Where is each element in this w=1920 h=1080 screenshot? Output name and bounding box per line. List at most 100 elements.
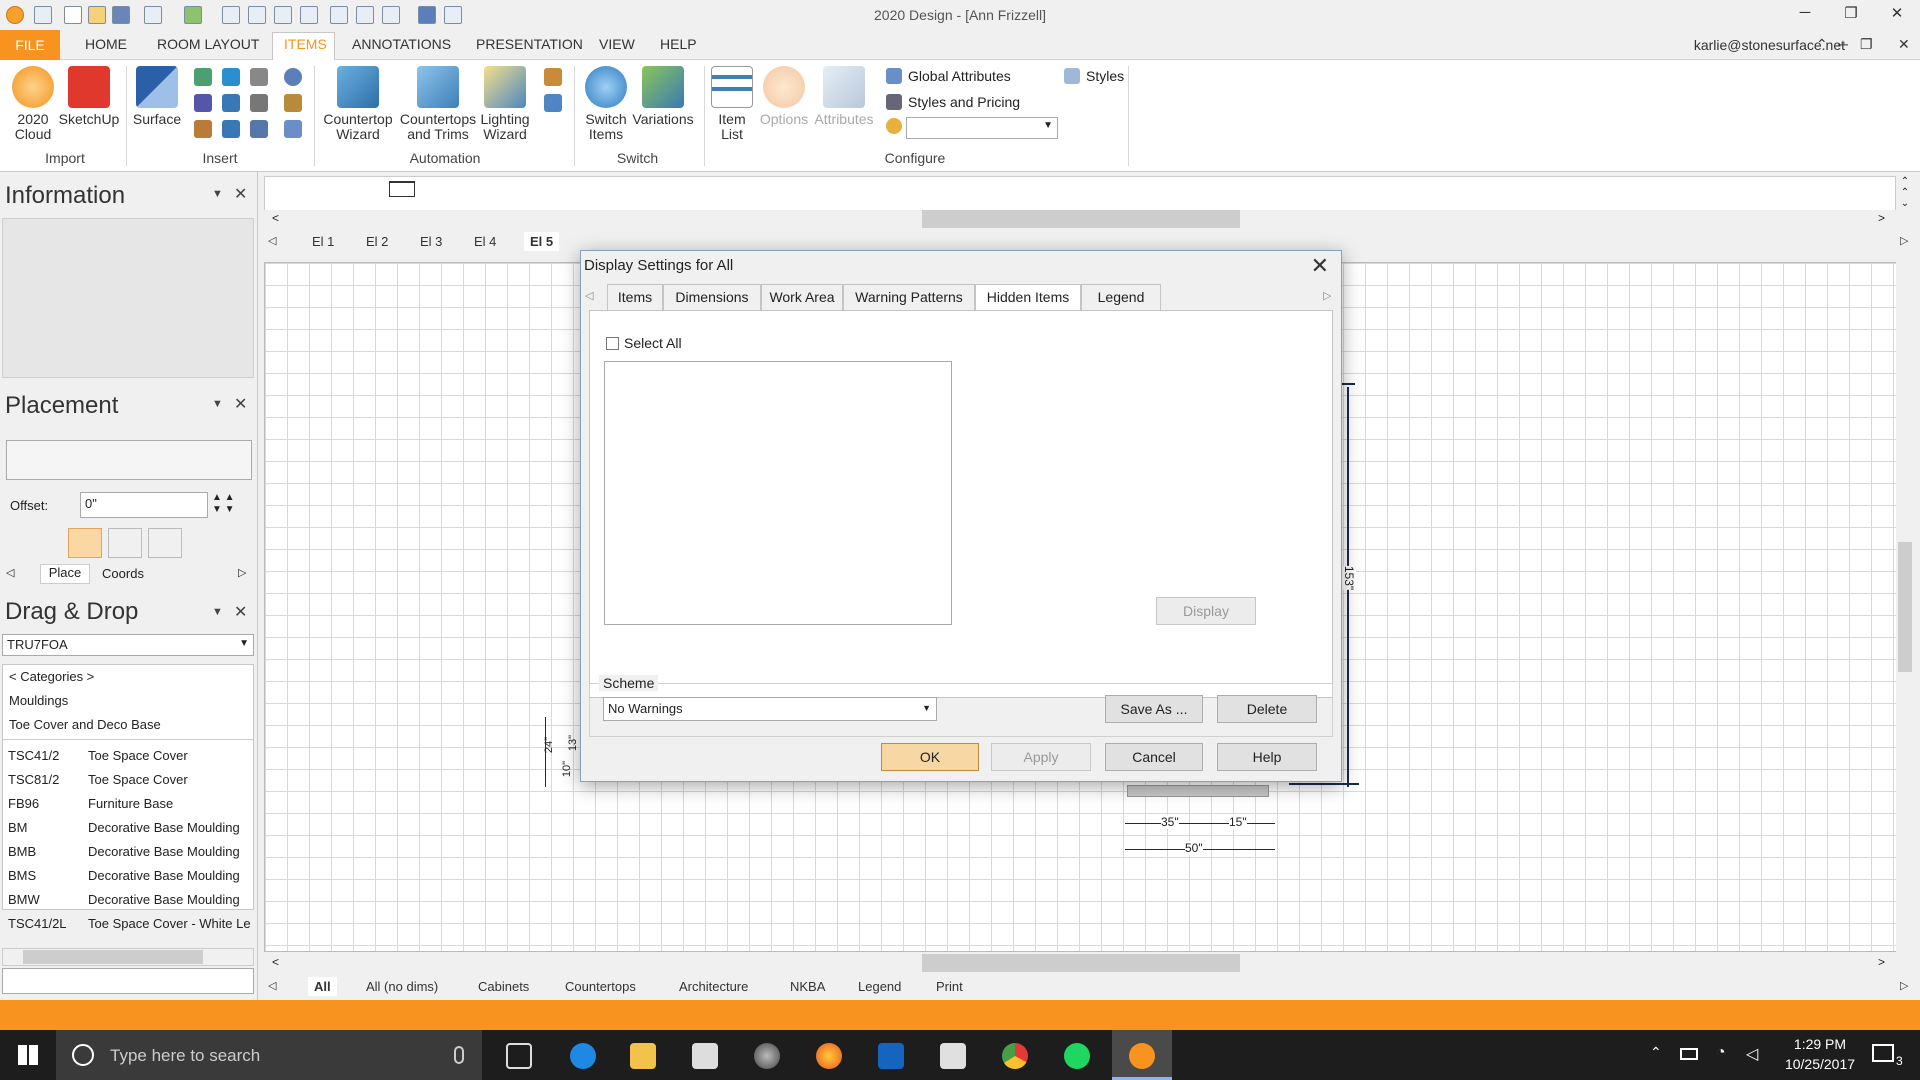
tab-place[interactable]: Place (40, 564, 90, 584)
outlook-icon[interactable] (878, 1043, 904, 1069)
dlg-tab-items[interactable]: Items (607, 284, 663, 311)
scroll-thumb[interactable] (23, 950, 203, 964)
cloud-button[interactable]: 2020 Cloud (8, 66, 58, 142)
tab-help[interactable]: HELP (660, 36, 697, 52)
countertops-trims-button[interactable]: Countertops and Trims (398, 66, 478, 142)
insert-shelf-icon[interactable] (250, 120, 268, 138)
active-app-slot[interactable] (1112, 1030, 1172, 1080)
scroll-right-icon[interactable]: > (1878, 211, 1885, 225)
list-item[interactable]: BMB Decorative Base Moulding (8, 844, 240, 859)
chevron-up-icon[interactable]: ⌃ (1816, 36, 1828, 53)
clock-time[interactable]: 1:29 PM (1780, 1036, 1860, 1052)
item-list-button[interactable]: Item List (708, 66, 756, 142)
styles-pricing-button[interactable]: Styles and Pricing (908, 94, 1020, 110)
volume-icon[interactable]: ◁ (1746, 1044, 1758, 1064)
dlg-tab-work-area[interactable]: Work Area (761, 284, 843, 311)
insert-clip-icon[interactable] (250, 68, 268, 86)
scroll-left-icon[interactable]: < (272, 211, 279, 225)
scheme-dropdown[interactable]: No Warnings ▼ (603, 697, 937, 721)
tab-el2[interactable]: El 2 (366, 234, 388, 249)
panel-menu-icon[interactable]: ▼ (212, 398, 223, 410)
tab-presentation[interactable]: PRESENTATION (476, 36, 583, 52)
list-item[interactable]: TSC81/2 Toe Space Cover (8, 772, 188, 787)
dlg-tab-legend[interactable]: Legend (1081, 284, 1161, 311)
view-tab-nodims[interactable]: All (no dims) (366, 979, 438, 994)
list-hscroll[interactable] (2, 948, 254, 966)
delete-button[interactable]: Delete (1217, 695, 1317, 723)
insert-cabinet-icon[interactable] (194, 68, 212, 86)
calculator-icon[interactable] (940, 1043, 966, 1069)
tab-right-arrow-icon[interactable]: ▷ (238, 566, 246, 579)
mdi-restore-icon[interactable]: ❐ (1860, 36, 1873, 53)
tab-right-arrow-icon[interactable]: ▷ (1900, 979, 1908, 992)
global-attributes-button[interactable]: Global Attributes (908, 68, 1011, 84)
view-tab-architecture[interactable]: Architecture (679, 979, 748, 994)
tab-left-arrow-icon[interactable]: ◁ (268, 979, 276, 992)
minimize-icon[interactable]: ─ (1790, 4, 1820, 26)
panel-close-icon[interactable]: ✕ (234, 184, 247, 204)
elevation-hscroll[interactable]: < > (264, 210, 1896, 228)
mdi-close-icon[interactable]: ✕ (1898, 36, 1910, 53)
tab-items[interactable]: ITEMS (284, 36, 327, 52)
crumb-mouldings[interactable]: Mouldings (9, 693, 68, 708)
windows-start-icon[interactable] (18, 1045, 38, 1065)
apply-button[interactable]: Apply (991, 743, 1091, 771)
automation-small-icon[interactable] (544, 68, 562, 86)
task-view-icon[interactable] (506, 1043, 532, 1069)
firefox-icon[interactable] (816, 1043, 842, 1069)
view-tab-all[interactable]: All (308, 977, 337, 996)
dlg-tab-hidden-items[interactable]: Hidden Items (975, 284, 1081, 312)
view-tab-legend[interactable]: Legend (858, 979, 901, 994)
canvas-vscroll[interactable] (1896, 262, 1914, 952)
list-item[interactable]: BMW Decorative Base Moulding (8, 892, 240, 907)
tab-file[interactable]: FILE (0, 30, 60, 60)
tab-el3[interactable]: El 3 (420, 234, 442, 249)
mdi-minimize-icon[interactable]: ─ (1838, 36, 1848, 52)
tab-el1[interactable]: El 1 (312, 234, 334, 249)
list-item[interactable]: TSC41/2L Toe Space Cover - White Le (8, 916, 254, 931)
sketchup-button[interactable]: SketchUp (58, 66, 120, 127)
save-as-button[interactable]: Save As ... (1105, 695, 1203, 723)
ok-button[interactable]: OK (881, 743, 979, 771)
tab-room-layout[interactable]: ROOM LAYOUT (157, 36, 259, 52)
chevron-up-icon[interactable]: ⌃ (1650, 1044, 1662, 1061)
countertop-wizard-button[interactable]: Countertop Wizard (320, 66, 396, 142)
switch-items-button[interactable]: Switch Items (580, 66, 632, 142)
countertop-shape[interactable] (1127, 785, 1269, 797)
wifi-icon[interactable]: ◔ (1716, 1044, 1726, 1062)
view-tab-print[interactable]: Print (936, 979, 963, 994)
place-down-button[interactable] (108, 528, 142, 558)
tab-view[interactable]: VIEW (599, 36, 635, 52)
crumb-toe-cover[interactable]: Toe Cover and Deco Base (9, 717, 161, 732)
tab-left-arrow-icon[interactable]: ◁ (585, 289, 593, 302)
insert-gear-icon[interactable] (284, 68, 302, 86)
flag-icon[interactable] (544, 94, 562, 112)
view-tab-countertops[interactable]: Countertops (565, 979, 636, 994)
insert-chair-icon[interactable] (194, 120, 212, 138)
search-box[interactable]: Type here to search (56, 1030, 482, 1080)
place-up-button[interactable] (68, 528, 102, 558)
tab-coords[interactable]: Coords (98, 566, 148, 581)
configure-dropdown[interactable]: ▼ (906, 117, 1058, 139)
categories-link[interactable]: < Categories > (9, 669, 94, 684)
offset-spinner[interactable]: ▲ ▲ ▼ ▼ (212, 492, 235, 516)
scroll-thumb[interactable] (1898, 542, 1912, 672)
tab-right-arrow-icon[interactable]: ▷ (1900, 234, 1908, 247)
insert-jar-icon[interactable] (284, 94, 302, 112)
insert-faucet-icon[interactable] (222, 120, 240, 138)
panel-menu-icon[interactable]: ▼ (212, 188, 223, 200)
variations-button[interactable]: Variations (630, 66, 696, 127)
tab-left-arrow-icon[interactable]: ◁ (268, 234, 276, 247)
scroll-thumb[interactable] (922, 954, 1240, 972)
insert-tools-icon[interactable] (222, 68, 240, 86)
app-globe-icon[interactable] (754, 1043, 780, 1069)
canvas-hscroll[interactable]: < > (264, 954, 1896, 972)
elevation-vscroll[interactable]: ⌃ ⌃ ⌄ (1896, 176, 1914, 228)
view-tab-nkba[interactable]: NKBA (790, 979, 825, 994)
tab-left-arrow-icon[interactable]: ◁ (6, 566, 14, 579)
chrome-icon[interactable] (1002, 1043, 1028, 1069)
list-item[interactable]: FB96 Furniture Base (8, 796, 173, 811)
select-all-checkbox[interactable] (606, 337, 619, 350)
lighting-wizard-button[interactable]: Lighting Wizard (478, 66, 532, 142)
help-button[interactable]: Help (1217, 743, 1317, 771)
